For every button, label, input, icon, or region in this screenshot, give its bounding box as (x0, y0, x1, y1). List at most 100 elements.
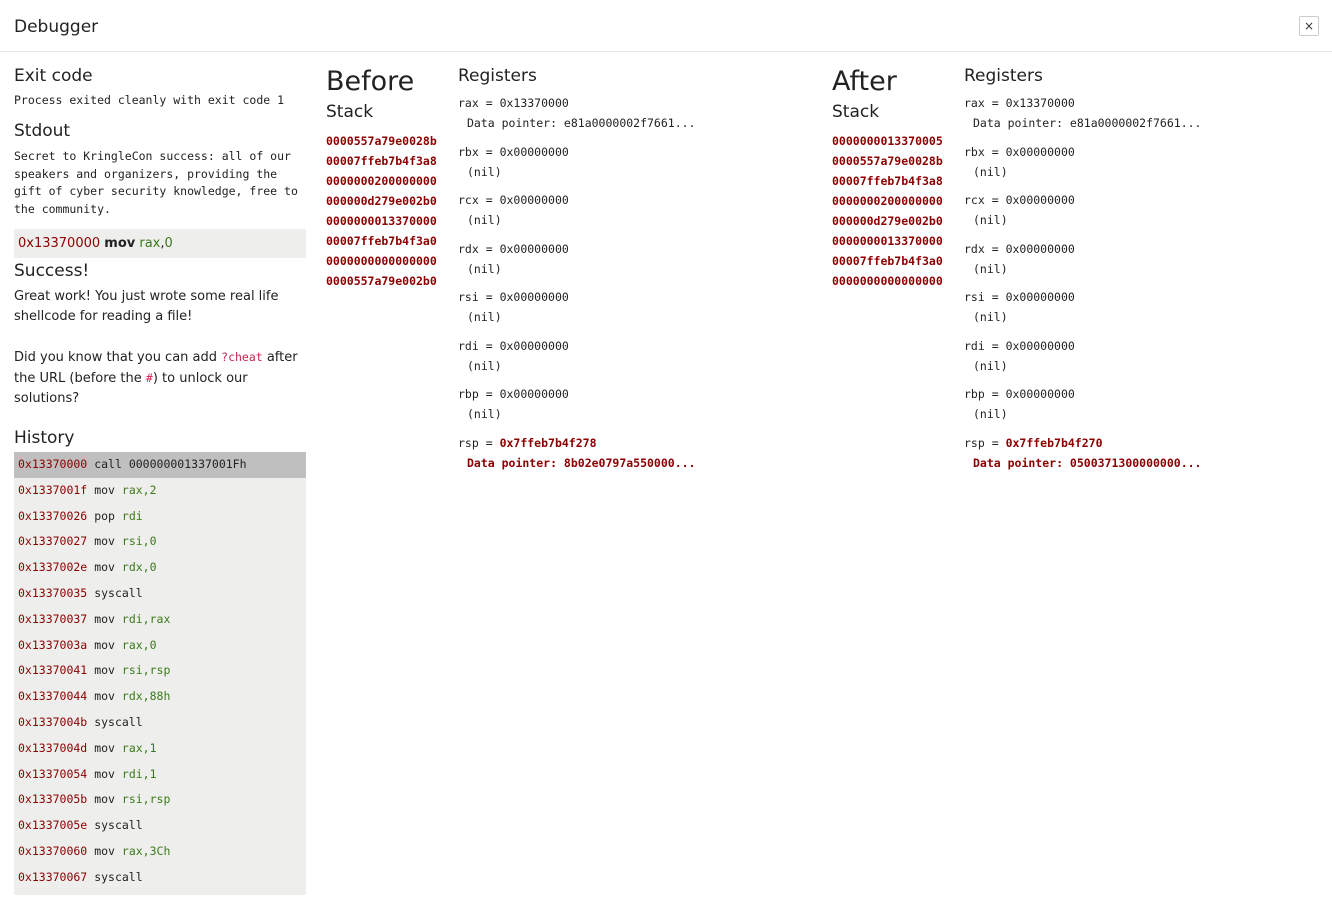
history-address: 0x13370044 (18, 689, 88, 704)
after-register-line: rsi = 0x00000000 (964, 290, 1075, 304)
before-stack-list: 0000557a79e0028b 00007ffeb7b4f3a8 00000002… (326, 131, 446, 291)
history-operands: rax,2 (121, 482, 157, 497)
history-item[interactable]: 0x13370041 mov rsi,rsp (14, 658, 306, 684)
after-stack-entry: 0000000200000000 (832, 194, 943, 208)
after-register-value: 0x00000000 (1005, 338, 1075, 353)
history-mnemonic: syscall (94, 585, 143, 600)
after-register-name: rcx (964, 193, 985, 207)
history-item[interactable]: 0x1337001f mov rax,2 (14, 478, 306, 504)
before-register-rdx: rdx = 0x00000000 (nil) (458, 239, 798, 288)
before-register-rsp: rsp = 0x7ffeb7b4f278 Data pointer: 8b02e0… (458, 433, 798, 473)
history-title: History (14, 428, 75, 448)
history-operands: rdx,0 (121, 560, 157, 575)
after-register-rax: rax = 0x13370000 Data pointer: e81a000000… (964, 93, 1304, 142)
before-stack-column: Before Stack 0000557a79e0028b 00007ffeb7b… (326, 66, 446, 291)
close-button[interactable]: × (1299, 16, 1319, 36)
history-item[interactable]: 0x1337005b mov rsi,rsp (14, 787, 306, 813)
history-address: 0x13370067 (18, 869, 88, 884)
history-item[interactable]: 0x1337002e mov rdx,0 (14, 555, 306, 581)
history-address: 0x13370060 (18, 843, 88, 858)
before-register-line: rsp = 0x7ffeb7b4f278 (458, 435, 597, 450)
history-mnemonic: mov (94, 740, 115, 755)
after-register-name: rsi (964, 290, 985, 304)
before-register-value: 0x00000000 (499, 241, 569, 256)
before-stack-title: Stack (326, 102, 374, 122)
history-address: 0x1337005e (18, 818, 88, 833)
current-instruction-address: 0x13370000 (18, 236, 101, 251)
after-register-value: 0x00000000 (1005, 193, 1075, 207)
after-registers-title: Registers (964, 66, 1043, 86)
before-register-line: rcx = 0x00000000 (458, 193, 569, 207)
after-stack-title: Stack (832, 102, 880, 122)
after-register-name: rsp (964, 435, 985, 450)
history-operands: rsi,rsp (121, 663, 171, 678)
before-register-rax: rax = 0x13370000 Data pointer: e81a000000… (458, 93, 798, 142)
history-item[interactable]: 0x1337005e syscall (14, 813, 306, 839)
history-item[interactable]: 0x13370060 mov rax,3Ch (14, 839, 306, 865)
history-item[interactable]: 0x13370044 mov rdx,88h (14, 684, 306, 710)
history-mnemonic: syscall (94, 818, 143, 833)
debugger-header: Debugger × (0, 0, 1332, 52)
before-register-rcx: rcx = 0x00000000 (nil) (458, 190, 798, 239)
before-register-line: rbp = 0x00000000 (458, 387, 569, 401)
history-item[interactable]: 0x13370035 syscall (14, 581, 306, 607)
before-register-line: rax = 0x13370000 (458, 96, 569, 110)
before-register-detail: (nil) (467, 213, 502, 227)
history-address: 0x13370035 (18, 585, 88, 600)
after-register-name: rbx (964, 144, 985, 159)
after-register-line: rcx = 0x00000000 (964, 193, 1075, 207)
history-mnemonic: mov (94, 843, 115, 858)
after-register-value: 0x13370000 (1005, 96, 1075, 110)
before-register-rsi: rsi = 0x00000000 (nil) (458, 287, 798, 336)
history-item[interactable]: 0x13370027 mov rsi,0 (14, 529, 306, 555)
after-register-name: rdi (964, 338, 985, 353)
after-register-value: 0x7ffeb7b4f270 (1005, 435, 1103, 450)
before-register-name: rsp (458, 435, 479, 450)
after-register-line: rdi = 0x00000000 (964, 338, 1075, 353)
history-item[interactable]: 0x13370037 mov rdi,rax (14, 607, 306, 633)
history-operands: rax,1 (121, 740, 157, 755)
before-register-name: rax (458, 96, 479, 110)
current-instruction-mnemonic: mov (104, 236, 136, 251)
exit-code-text: Process exited cleanly with exit code 1 (14, 93, 285, 107)
history-item[interactable]: 0x13370054 mov rdi,1 (14, 762, 306, 788)
after-register-detail: Data pointer: 0500371300000000... (973, 455, 1202, 470)
after-register-value: 0x00000000 (1005, 241, 1075, 256)
history-address: 0x1337003a (18, 637, 88, 652)
history-operands: rax,3Ch (121, 843, 171, 858)
history-mnemonic: mov (94, 534, 115, 549)
before-register-rdi: rdi = 0x00000000 (nil) (458, 336, 798, 385)
history-item[interactable]: 0x1337004b syscall (14, 710, 306, 736)
after-register-line: rax = 0x13370000 (964, 96, 1075, 110)
after-stack-entry: 00007ffeb7b4f3a8 (832, 174, 943, 188)
history-item[interactable]: 0x13370000 call 000000001337001Fh (14, 452, 306, 478)
after-register-value: 0x00000000 (1005, 144, 1075, 159)
after-stack-column: After Stack 0000000013370005 0000557a79e0… (832, 66, 952, 291)
before-register-detail: (nil) (467, 358, 502, 373)
history-mnemonic: syscall (94, 714, 143, 729)
after-register-value: 0x00000000 (1005, 387, 1075, 401)
after-register-line: rbx = 0x00000000 (964, 144, 1075, 159)
after-register-name: rdx (964, 241, 985, 256)
after-stack-entry: 0000000000000000 (832, 274, 943, 288)
history-operands: rdi (121, 508, 143, 523)
after-stack-entry: 000000d279e002b0 (832, 214, 943, 228)
after-register-rsp: rsp = 0x7ffeb7b4f270 Data pointer: 050037… (964, 433, 1304, 473)
history-address: 0x1337005b (18, 792, 88, 807)
after-register-rcx: rcx = 0x00000000 (nil) (964, 190, 1304, 239)
before-registers-title: Registers (458, 66, 537, 86)
after-register-detail: Data pointer: e81a0000002f7661... (973, 116, 1202, 130)
history-item[interactable]: 0x1337003a mov rax,0 (14, 633, 306, 659)
after-title: After (832, 66, 897, 97)
after-register-rbx: rbx = 0x00000000 (nil) (964, 142, 1304, 191)
history-item[interactable]: 0x13370067 syscall (14, 865, 306, 891)
history-item[interactable]: 0x13370026 pop rdi (14, 504, 306, 530)
before-register-name: rsi (458, 290, 479, 304)
history-mnemonic: mov (94, 611, 115, 626)
after-register-value: 0x00000000 (1005, 290, 1075, 304)
before-stack-entry: 0000000013370000 (326, 214, 437, 228)
before-register-value: 0x00000000 (499, 193, 569, 207)
history-address: 0x1337002e (18, 560, 88, 575)
history-item[interactable]: 0x1337004d mov rax,1 (14, 736, 306, 762)
before-register-line: rsi = 0x00000000 (458, 290, 569, 304)
